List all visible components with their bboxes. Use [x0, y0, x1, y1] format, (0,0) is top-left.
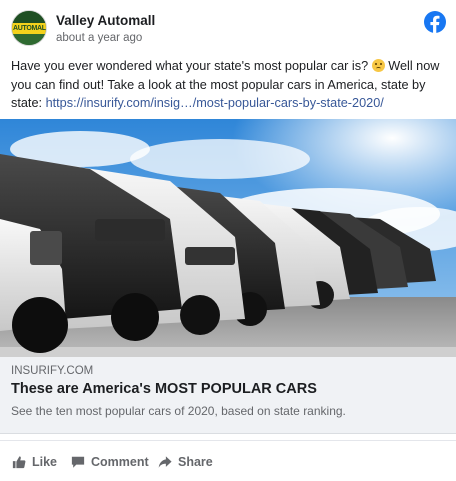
- comment-button[interactable]: Comment: [71, 453, 149, 471]
- like-button[interactable]: Like: [12, 453, 57, 471]
- facebook-post-card: AUTOMALL Valley Automall about a year ag…: [0, 0, 456, 481]
- link-title[interactable]: These are America's MOST POPULAR CARS: [11, 381, 317, 397]
- comment-label: Comment: [91, 455, 149, 469]
- share-label: Share: [178, 455, 213, 469]
- facebook-logo-icon[interactable]: [424, 11, 446, 33]
- like-icon: [12, 456, 26, 469]
- post-header: AUTOMALL Valley Automall about a year ag…: [11, 9, 446, 49]
- page-avatar[interactable]: AUTOMALL: [11, 10, 47, 46]
- thinking-face-icon: [371, 59, 385, 72]
- link-domain: INSURIFY.COM: [11, 365, 94, 377]
- share-button[interactable]: Share: [158, 453, 213, 471]
- link-preview[interactable]: INSURIFY.COM These are America's MOST PO…: [0, 357, 456, 434]
- avatar-logo-text: AUTOMALL: [13, 25, 47, 32]
- parked-cars-photo: [0, 119, 456, 357]
- comment-icon: [71, 456, 85, 468]
- post-text-part-1: Have you ever wondered what your state's…: [11, 59, 372, 73]
- post-message: Have you ever wondered what your state's…: [11, 57, 447, 113]
- like-label: Like: [32, 455, 58, 469]
- link-description: See the ten most popular cars of 2020, b…: [11, 404, 346, 418]
- page-name[interactable]: Valley Automall: [56, 13, 155, 28]
- post-actions-bar: Like Comment Share: [0, 440, 456, 481]
- link-preview-image[interactable]: [0, 119, 456, 357]
- share-icon: [158, 456, 172, 468]
- avatar-band-bottom: [12, 34, 46, 45]
- post-timestamp[interactable]: about a year ago: [56, 32, 142, 44]
- post-link[interactable]: https://insurify.com/insig…/most-popular…: [46, 96, 384, 110]
